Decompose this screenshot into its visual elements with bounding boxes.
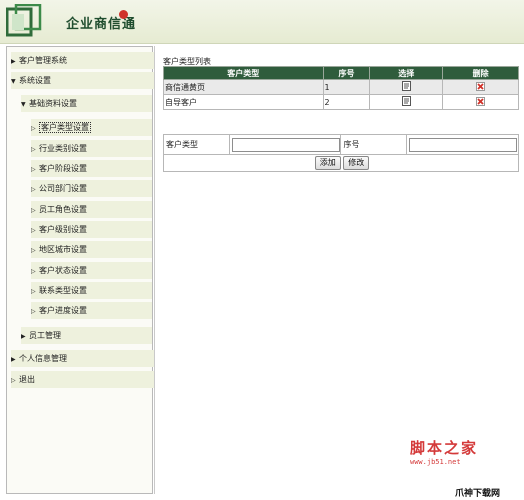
delete-icon[interactable]: [476, 81, 486, 91]
triangle-down-icon: ▼: [21, 101, 26, 108]
sidebar-item-region-city[interactable]: ▷ 地区城市设置: [31, 241, 152, 258]
sidebar-item-logout[interactable]: ▷ 退出: [11, 371, 156, 388]
cell-type: 商信通黄页: [163, 79, 324, 95]
triangle-outline-right-icon: ▷: [31, 186, 36, 193]
watermark-corner: 爪神下载网: [455, 489, 501, 499]
sidebar-item-customer-progress[interactable]: ▷ 客户进度设置: [31, 302, 152, 319]
triangle-outline-right-icon: ▷: [31, 146, 36, 153]
triangle-outline-right-icon: ▷: [31, 288, 36, 295]
edit-document-icon[interactable]: [401, 96, 411, 106]
watermark-brand: 脚本之家: [410, 439, 479, 457]
delete-cell: [442, 79, 519, 95]
edit-document-icon[interactable]: [401, 81, 411, 91]
order-label: 序号: [340, 134, 407, 155]
customer-type-form: 客户类型 序号 添加 修改: [163, 134, 520, 172]
delete-icon[interactable]: [476, 96, 486, 106]
triangle-outline-right-icon: ▷: [31, 207, 36, 214]
order-input[interactable]: [408, 137, 517, 152]
sidebar-item-system-settings[interactable]: ▼ 系统设置: [11, 72, 156, 89]
sidebar-item-staff-role[interactable]: ▷ 员工角色设置: [31, 201, 152, 218]
triangle-outline-right-icon: ▷: [31, 227, 36, 234]
triangle-outline-right-icon: ▷: [31, 247, 36, 254]
triangle-down-icon: ▼: [11, 78, 16, 85]
sidebar-item-contact-type[interactable]: ▷ 联系类型设置: [31, 282, 152, 299]
customer-type-table: 客户类型 序号 选择 删除 商信通黄页 1 自导客户 2: [163, 66, 519, 110]
order-input-cell: [405, 134, 520, 155]
add-button[interactable]: 添加: [314, 156, 341, 170]
cell-order: 1: [322, 79, 371, 95]
watermark-url: www.jb51.net: [410, 458, 461, 466]
sidebar-item-personal-info[interactable]: ▶ 个人信息管理: [11, 350, 156, 367]
logo-dot-icon: [119, 10, 128, 19]
triangle-outline-right-icon: ▷: [31, 125, 36, 132]
sidebar-item-industry[interactable]: ▷ 行业类别设置: [31, 140, 152, 157]
cell-type: 自导客户: [163, 94, 324, 110]
column-header-type: 客户类型: [163, 66, 324, 80]
form-buttons-cell: 添加 修改: [163, 154, 519, 172]
sidebar: ▶ 客户管理系统 ▼ 系统设置 ▼ 基础资料设置 ▷ 客户类型设置 ▷ 行业类别设置 ▷ 客…: [6, 46, 156, 494]
triangle-right-icon: ▶: [11, 58, 16, 65]
select-cell: [369, 79, 444, 95]
edit-button[interactable]: 修改: [343, 156, 370, 170]
triangle-outline-right-icon: ▷: [31, 308, 36, 315]
column-header-delete: 删除: [442, 66, 519, 80]
select-cell: [369, 94, 444, 110]
column-header-select: 选择: [369, 66, 444, 80]
sidebar-item-customer-system[interactable]: ▶ 客户管理系统: [11, 52, 156, 69]
table-header-row: 客户类型 序号 选择 删除: [163, 66, 519, 80]
sidebar-item-customer-status[interactable]: ▷ 客户状态设置: [31, 262, 152, 279]
cell-order: 2: [322, 94, 371, 110]
sidebar-item-basic-data[interactable]: ▼ 基础资料设置: [21, 95, 152, 112]
type-label: 客户类型: [163, 134, 230, 155]
triangle-right-icon: ▶: [11, 356, 16, 363]
triangle-outline-right-icon: ▷: [11, 377, 16, 384]
sidebar-item-customer-type[interactable]: ▷ 客户类型设置: [31, 119, 152, 136]
column-header-order: 序号: [322, 66, 371, 80]
type-input-cell: [228, 134, 342, 155]
sidebar-item-customer-level[interactable]: ▷ 客户级别设置: [31, 221, 152, 238]
sidebar-item-customer-stage[interactable]: ▷ 客户阶段设置: [31, 160, 152, 177]
sidebar-item-staff-management[interactable]: ▶ 员工管理: [21, 327, 152, 344]
app-header: 企业商信通: [0, 0, 524, 44]
triangle-right-icon: ▶: [21, 333, 26, 340]
logo-icon: [6, 4, 42, 37]
content-frame: 客户类型列表 客户类型 序号 选择 删除 商信通黄页 1 自导客户 2 客户类型…: [154, 46, 524, 494]
triangle-outline-right-icon: ▷: [31, 268, 36, 275]
delete-cell: [442, 94, 519, 110]
form-buttons-row: 添加 修改: [163, 154, 519, 172]
form-fields-row: 客户类型 序号: [163, 134, 520, 155]
table-row: 自导客户 2: [163, 94, 519, 110]
customer-type-input[interactable]: [231, 137, 340, 152]
table-row: 商信通黄页 1: [163, 79, 519, 95]
sidebar-item-department[interactable]: ▷ 公司部门设置: [31, 180, 152, 197]
triangle-outline-right-icon: ▷: [31, 166, 36, 173]
